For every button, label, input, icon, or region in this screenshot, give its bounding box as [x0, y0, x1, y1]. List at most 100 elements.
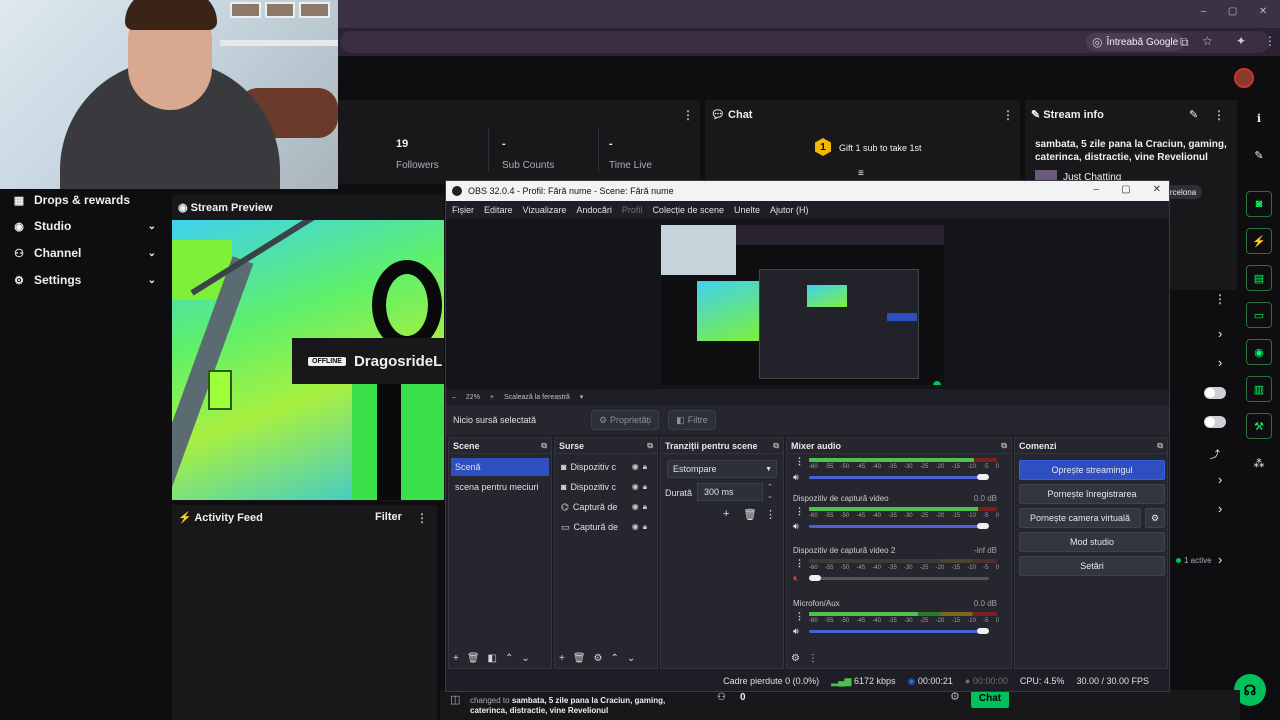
volume-slider[interactable] — [809, 628, 989, 634]
menu-profile[interactable]: Profil — [622, 205, 643, 215]
volume-slider[interactable] — [809, 523, 989, 529]
slider-knob[interactable] — [977, 628, 989, 634]
wrench-icon[interactable]: ⚒ — [1246, 413, 1272, 439]
translate-icon[interactable]: ⧉ — [1180, 35, 1189, 50]
extensions-icon[interactable]: ✦ — [1236, 34, 1246, 48]
sidebar-item-settings[interactable]: ⚙ Settings ⌄ — [12, 269, 162, 291]
slider-knob[interactable] — [809, 575, 821, 581]
chat-icon[interactable]: ▭ — [1246, 302, 1272, 328]
camera-icon[interactable]: ◙ — [1246, 191, 1272, 217]
channel-menu-icon[interactable]: ⋮ — [795, 558, 804, 569]
close-button[interactable]: ✕ — [1259, 6, 1267, 22]
filter-icon[interactable]: ◧ — [488, 653, 497, 664]
maximize-button[interactable]: ▢ — [1121, 184, 1130, 195]
broadcast-icon[interactable]: ◉ — [1246, 339, 1272, 365]
sidebar-item-studio[interactable]: ◉ Studio ⌄ — [12, 215, 162, 237]
feed-filter-button[interactable]: Filter — [375, 511, 402, 523]
chevron-right-icon[interactable]: › — [1218, 472, 1222, 487]
menu-help[interactable]: Ajutor (H) — [770, 205, 809, 215]
sidebar-item-drops[interactable]: ▦ Drops & rewards — [12, 189, 162, 211]
chevron-right-icon[interactable]: › — [1218, 326, 1222, 341]
duration-stepper[interactable]: ⌃ ⌄ — [767, 483, 773, 501]
move-down-icon[interactable]: ⌄ — [627, 653, 635, 664]
scale-to-window-select[interactable]: Scalează la fereastră — [504, 394, 570, 401]
maximize-button[interactable]: ▢ — [1228, 6, 1237, 22]
menu-file[interactable]: Fișier — [452, 205, 474, 215]
document-icon[interactable]: ▤ — [1246, 265, 1272, 291]
start-recording-button[interactable]: Pornește înregistrarea — [1019, 484, 1165, 504]
visibility-lock-icons[interactable]: ◉🔒︎ — [632, 502, 651, 512]
trash-icon[interactable]: 🗑︎ — [467, 653, 480, 664]
transition-select[interactable]: Estompare ▼ — [667, 460, 777, 478]
duration-input[interactable]: 300 ms — [697, 483, 763, 501]
menu-edit[interactable]: Editare — [484, 205, 513, 215]
gift-sub-prompt[interactable]: Gift 1 sub to take 1st — [839, 143, 922, 153]
source-item[interactable]: ▭ Captură de ◉🔒︎ — [561, 518, 651, 536]
volume-slider[interactable] — [809, 575, 989, 581]
volume-slider[interactable] — [809, 474, 989, 480]
panel-menu-icon[interactable]: ⋮ — [1002, 108, 1014, 122]
scene-item[interactable]: scena pentru meciuri — [451, 478, 549, 496]
properties-button[interactable]: ⚙ Proprietăți — [591, 410, 659, 430]
minimize-button[interactable]: – — [1201, 6, 1207, 22]
speaker-icon[interactable]: 🔊︎ — [793, 472, 799, 483]
add-icon[interactable]: + — [723, 508, 729, 520]
source-item[interactable]: ◙ Dispozitiv c ◉🔒︎ — [561, 458, 651, 476]
filters-button[interactable]: ◧ Filtre — [668, 410, 716, 430]
chevron-right-icon[interactable]: › — [1218, 355, 1222, 370]
gear-icon[interactable]: ⚙ — [791, 653, 800, 664]
move-down-icon[interactable]: ⌄ — [521, 653, 529, 664]
pencil-icon[interactable]: ✎ — [1246, 142, 1272, 168]
chevron-right-icon[interactable]: › — [1218, 501, 1222, 516]
dock-popout-icon[interactable]: ⧉ — [541, 441, 547, 451]
speaker-icon[interactable]: 🔊︎ — [793, 626, 799, 637]
sidebar-item-channel[interactable]: ⚇ Channel ⌄ — [12, 242, 162, 264]
obs-titlebar[interactable]: OBS 32.0.4 - Profil: Fără nume - Scene: … — [446, 181, 1169, 201]
edit-icon[interactable]: ✎ — [1189, 108, 1198, 121]
ask-google-button[interactable]: ◎ Întreabă Google — [1086, 33, 1185, 51]
avatar[interactable] — [1234, 68, 1254, 88]
source-item[interactable]: ⌬ Captură de ◉🔒︎ — [561, 498, 651, 516]
menu-view[interactable]: Vizualizare — [523, 205, 567, 215]
visibility-lock-icons[interactable]: ◉🔒︎ — [632, 522, 651, 532]
info-icon[interactable]: ℹ — [1246, 105, 1272, 131]
slider-knob[interactable] — [977, 474, 989, 480]
add-icon[interactable]: + — [453, 653, 459, 664]
chevron-right-icon[interactable]: › — [1218, 552, 1222, 567]
slider-knob[interactable] — [977, 523, 989, 529]
add-icon[interactable]: + — [559, 653, 565, 664]
settings-button[interactable]: Setări — [1019, 556, 1165, 576]
trash-icon[interactable]: 🗑︎ — [743, 508, 757, 521]
dock-popout-icon[interactable]: ⧉ — [773, 441, 779, 451]
move-up-icon[interactable]: ⌃ — [611, 653, 619, 664]
scene-item[interactable]: Scenă — [451, 458, 549, 476]
dock-popout-icon[interactable]: ⧉ — [647, 441, 653, 451]
studio-mode-button[interactable]: Mod studio — [1019, 532, 1165, 552]
toggle-switch[interactable] — [1204, 387, 1226, 399]
toggle-switch[interactable] — [1204, 416, 1226, 428]
panel-menu-icon[interactable]: ⋮ — [1214, 292, 1226, 306]
speaker-icon[interactable]: 🔊︎ — [793, 521, 799, 532]
scroll-down-icon[interactable]: ≡ — [858, 168, 864, 179]
dock-popout-icon[interactable]: ⧉ — [1001, 441, 1007, 451]
zoom-in-button[interactable]: + — [490, 394, 494, 401]
channel-menu-icon[interactable]: ⋮ — [795, 611, 804, 622]
menu-tools[interactable]: Unelte — [734, 205, 760, 215]
panel-menu-icon[interactable]: ⋮ — [416, 511, 428, 525]
stop-streaming-button[interactable]: Oprește streamingul — [1019, 460, 1165, 480]
dock-popout-icon[interactable]: ⧉ — [1157, 441, 1163, 451]
channel-menu-icon[interactable]: ⋮ — [795, 456, 804, 467]
menu-docks[interactable]: Andocări — [576, 205, 612, 215]
virtual-camera-settings-button[interactable]: ⚙ — [1145, 508, 1165, 528]
menu-scene-collection[interactable]: Colecție de scene — [652, 205, 724, 215]
trash-icon[interactable]: 🗑︎ — [573, 653, 586, 664]
lightning-icon[interactable]: ⚡ — [1246, 228, 1272, 254]
shapes-icon[interactable]: ⁂ — [1246, 450, 1272, 476]
zoom-out-button[interactable]: – — [452, 394, 456, 401]
visibility-lock-icons[interactable]: ◉🔒︎ — [632, 482, 651, 492]
bookmark-star-icon[interactable]: ☆ — [1202, 34, 1213, 48]
panel-menu-icon[interactable]: ⋮ — [1213, 108, 1225, 122]
more-menu-icon[interactable]: ⋮ — [1264, 34, 1276, 48]
more-icon[interactable]: ⋮ — [808, 653, 818, 664]
caret-down-icon[interactable]: ▾ — [580, 393, 584, 401]
